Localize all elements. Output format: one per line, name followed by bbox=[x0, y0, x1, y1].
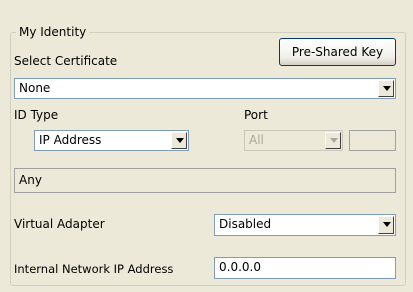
select-certificate-label: Select Certificate bbox=[14, 54, 118, 68]
internal-ip-label: Internal Network IP Address bbox=[14, 262, 174, 276]
virtual-adapter-select[interactable]: Disabled bbox=[214, 214, 396, 236]
chevron-down-icon[interactable] bbox=[378, 216, 394, 234]
virtual-adapter-label: Virtual Adapter bbox=[14, 217, 105, 231]
id-type-value: IP Address bbox=[39, 133, 102, 147]
port-value: All bbox=[249, 133, 264, 147]
chevron-down-icon[interactable] bbox=[171, 132, 187, 149]
id-value-text: Any bbox=[19, 173, 42, 187]
my-identity-groupbox bbox=[10, 32, 406, 286]
group-title: My Identity bbox=[16, 25, 90, 39]
internal-ip-value: 0.0.0.0 bbox=[219, 260, 261, 274]
chevron-down-icon[interactable] bbox=[378, 80, 394, 97]
id-value-field[interactable]: Any bbox=[14, 168, 396, 193]
port-select: All bbox=[244, 130, 343, 151]
port-label: Port bbox=[244, 108, 268, 122]
internal-ip-field[interactable]: 0.0.0.0 bbox=[214, 257, 396, 279]
id-type-select[interactable]: IP Address bbox=[34, 130, 189, 151]
virtual-adapter-value: Disabled bbox=[219, 217, 272, 231]
certificate-value: None bbox=[19, 81, 51, 95]
port-number-field bbox=[349, 130, 396, 151]
pre-shared-key-button[interactable]: Pre-Shared Key bbox=[279, 38, 396, 66]
id-type-label: ID Type bbox=[14, 108, 59, 122]
chevron-down-icon bbox=[325, 132, 341, 149]
certificate-select[interactable]: None bbox=[14, 78, 396, 99]
